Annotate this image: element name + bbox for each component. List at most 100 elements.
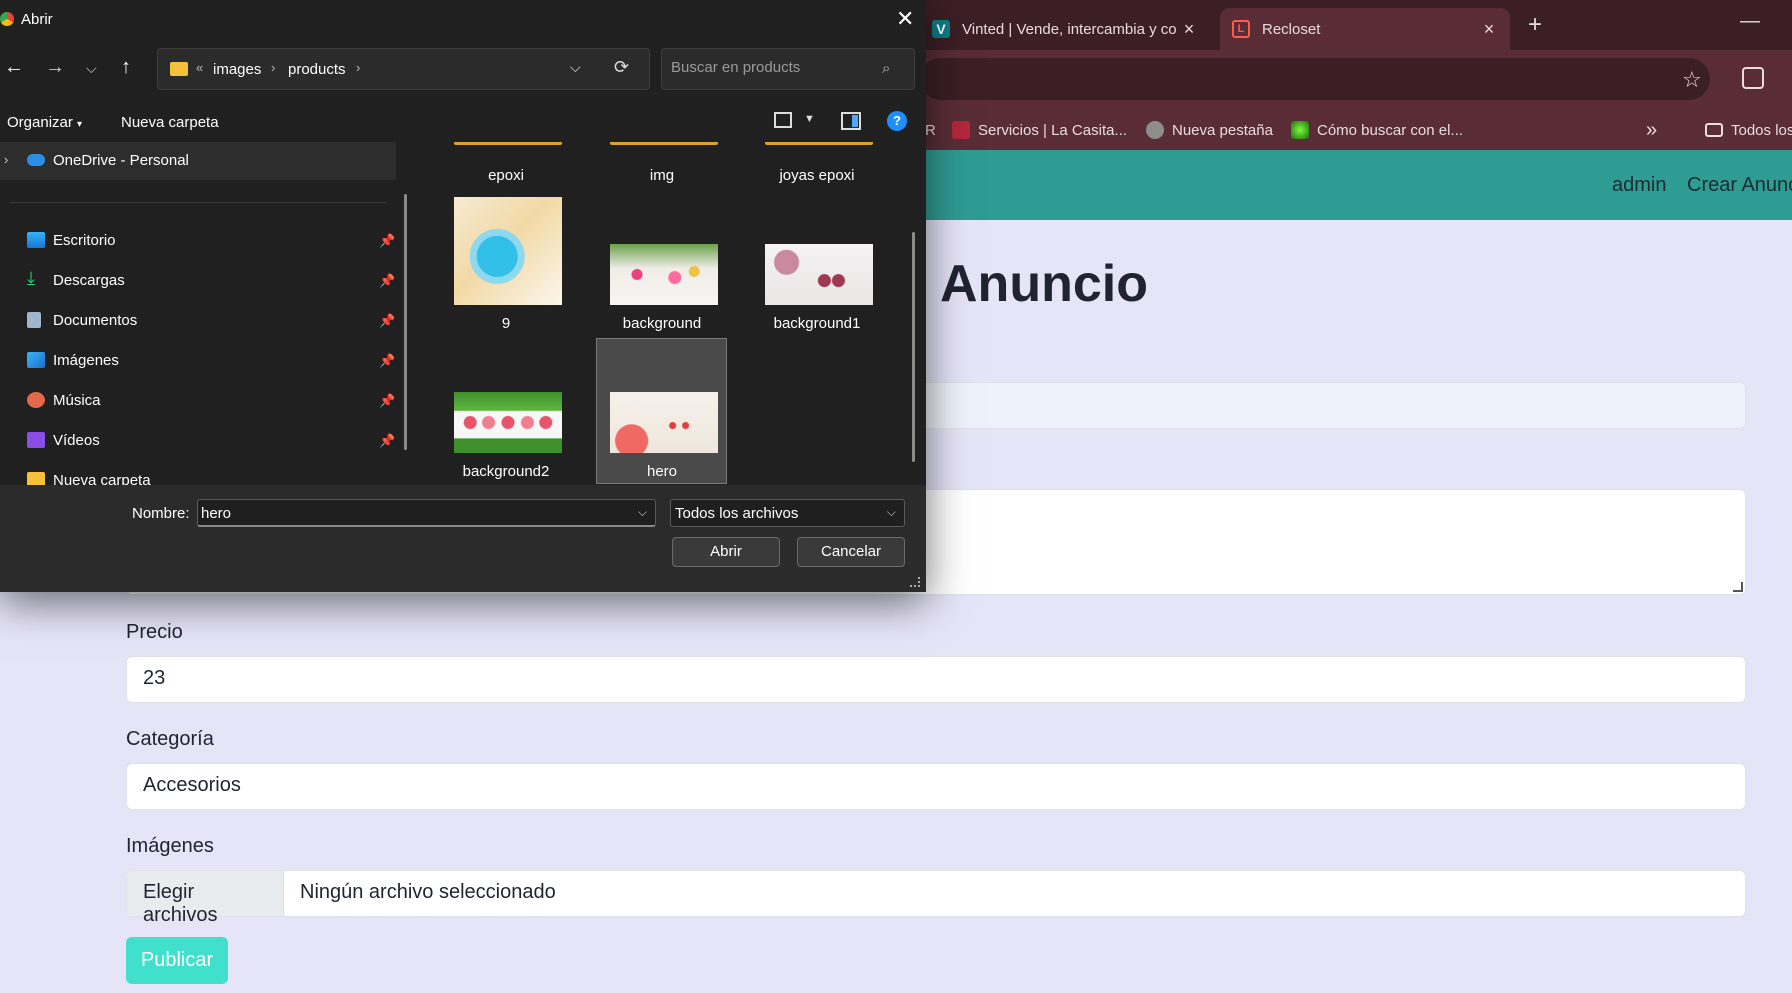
- chevron-down-icon[interactable]: ⌵: [570, 59, 581, 76]
- resize-grip-icon[interactable]: [1733, 582, 1743, 592]
- back-icon[interactable]: ←: [4, 56, 24, 79]
- bookmark-partial[interactable]: R: [925, 110, 936, 150]
- price-value: 23: [143, 667, 166, 689]
- recent-chevron-icon[interactable]: ⌵: [86, 60, 97, 77]
- chevron-right-icon[interactable]: ›: [4, 152, 8, 167]
- bookmark-star-icon[interactable]: ☆: [1682, 67, 1702, 93]
- tab-vinted[interactable]: V Vinted | Vende, intercambia y co ×: [920, 8, 1210, 50]
- refresh-icon[interactable]: ⟳: [614, 57, 629, 78]
- organize-button[interactable]: Organizar ▾: [7, 114, 82, 131]
- file-list-scrollbar[interactable]: [912, 232, 915, 462]
- pin-icon[interactable]: 📌: [379, 233, 395, 249]
- price-field[interactable]: 23: [126, 656, 1746, 703]
- choose-files-button[interactable]: Elegir archivos: [127, 871, 284, 926]
- bookmark-todos[interactable]: Todos los: [1705, 110, 1792, 150]
- pin-icon[interactable]: 📌: [379, 353, 395, 369]
- new-tab-button[interactable]: +: [1520, 10, 1550, 40]
- nav-create-ad[interactable]: Crear Anunc: [1687, 174, 1792, 197]
- video-icon: [27, 432, 45, 448]
- command-bar: Organizar ▾ Nueva carpeta ▼ ?: [0, 106, 926, 142]
- folder-icon: [454, 142, 562, 145]
- caret-down-icon[interactable]: ▼: [804, 113, 815, 125]
- file-name-input[interactable]: [201, 505, 621, 522]
- breadcrumb-chevron-icon[interactable]: ›: [356, 60, 360, 75]
- bookmark-label: Nueva pestaña: [1172, 121, 1273, 139]
- forward-icon[interactable]: →: [45, 56, 65, 79]
- sidebar-item-label: Imágenes: [53, 352, 119, 369]
- file-list: epoxi img joyas epoxi 9 background backg…: [420, 142, 920, 485]
- bookmark-como-buscar[interactable]: Cómo buscar con el...: [1291, 110, 1463, 150]
- minimize-icon[interactable]: —: [1740, 10, 1760, 33]
- resize-grip-icon[interactable]: [910, 577, 920, 587]
- bookmark-servicios[interactable]: Servicios | La Casita...: [952, 110, 1127, 150]
- search-icon[interactable]: ⌕: [882, 60, 890, 77]
- bookmark-label: Servicios | La Casita...: [978, 121, 1127, 139]
- nav-admin[interactable]: admin: [1612, 174, 1666, 197]
- bookmark-nueva-pestana[interactable]: Nueva pestaña: [1146, 110, 1273, 150]
- bookmark-label: Cómo buscar con el...: [1317, 121, 1463, 139]
- tab-close-icon[interactable]: ×: [1180, 19, 1198, 40]
- sidebar-item-onedrive[interactable]: › OneDrive - Personal: [0, 142, 396, 180]
- breadcrumb-chevron-icon[interactable]: ›: [271, 60, 275, 75]
- up-icon[interactable]: ↑: [121, 56, 131, 79]
- chevron-down-icon[interactable]: ⌵: [638, 505, 647, 520]
- bookmarks-overflow-icon[interactable]: »: [1646, 110, 1657, 150]
- chevron-down-icon[interactable]: ⌵: [887, 505, 896, 520]
- pin-icon[interactable]: 📌: [379, 313, 395, 329]
- file-type-select[interactable]: Todos los archivos ⌵: [670, 499, 905, 527]
- tab-close-icon[interactable]: ×: [1480, 19, 1498, 40]
- page-title: Anuncio: [940, 255, 1148, 313]
- sidebar-item-musica[interactable]: Música 📌: [0, 382, 396, 420]
- file-label: background2: [462, 463, 550, 480]
- close-icon[interactable]: ✕: [896, 6, 914, 32]
- bookmark-label: Todos los: [1731, 121, 1792, 139]
- file-status: Ningún archivo seleccionado: [300, 881, 556, 903]
- dialog-footer: Nombre: ⌵ Todos los archivos ⌵ Abrir Can…: [0, 485, 926, 592]
- new-folder-button[interactable]: Nueva carpeta: [121, 114, 219, 131]
- thumbnail-image: [454, 197, 562, 305]
- category-field[interactable]: Accesorios: [126, 763, 1746, 810]
- organize-label: Organizar: [7, 114, 73, 131]
- search-input[interactable]: [671, 59, 871, 76]
- pin-icon[interactable]: 📌: [379, 433, 395, 449]
- divider: [10, 202, 386, 203]
- breadcrumb[interactable]: « images › products › ⌵ ⟳: [157, 48, 650, 90]
- file-type-value: Todos los archivos: [675, 505, 799, 522]
- extensions-icon[interactable]: [1742, 67, 1764, 89]
- file-label: epoxi: [488, 167, 524, 184]
- sidebar-item-imagenes[interactable]: Imágenes 📌: [0, 342, 396, 380]
- tab-recloset[interactable]: L Recloset ×: [1220, 8, 1510, 50]
- images-file-input[interactable]: Elegir archivos Ningún archivo seleccion…: [126, 870, 1746, 926]
- pin-icon[interactable]: 📌: [379, 273, 395, 289]
- view-icon[interactable]: [774, 112, 792, 128]
- sidebar-item-escritorio[interactable]: Escritorio 📌: [0, 222, 396, 260]
- sidebar-item-label: Nueva carpeta: [53, 472, 151, 485]
- thumbnail-image: [610, 244, 718, 305]
- sidebar-item-nueva-carpeta[interactable]: Nueva carpeta: [0, 462, 396, 485]
- folder-icon: [1705, 123, 1723, 137]
- sidebar-item-descargas[interactable]: ⤓ Descargas 📌: [0, 262, 396, 300]
- breadcrumb-overflow[interactable]: «: [196, 60, 203, 75]
- file-label: background1: [773, 315, 861, 332]
- help-icon[interactable]: ?: [887, 111, 907, 131]
- category-label: Categoría: [126, 728, 214, 750]
- address-bar[interactable]: [920, 58, 1710, 100]
- pin-icon[interactable]: 📌: [379, 393, 395, 409]
- open-button[interactable]: Abrir: [672, 537, 780, 567]
- sidebar-item-videos[interactable]: Vídeos 📌: [0, 422, 396, 460]
- file-name-label: Nombre:: [132, 505, 190, 522]
- breadcrumb-products[interactable]: products: [288, 61, 346, 78]
- sidebar-item-label: Música: [53, 392, 101, 409]
- sidebar-scrollbar[interactable]: [404, 194, 407, 450]
- sidebar-item-documentos[interactable]: Documentos 📌: [0, 302, 396, 340]
- search-box[interactable]: ⌕: [661, 48, 915, 90]
- preview-pane-icon[interactable]: [841, 112, 861, 130]
- publish-button[interactable]: Publicar: [126, 937, 228, 984]
- navigation-pane: › OneDrive - Personal Escritorio 📌 ⤓ Des…: [0, 142, 410, 485]
- thumbnail-image: [454, 392, 562, 453]
- breadcrumb-images[interactable]: images: [213, 61, 261, 78]
- cancel-button[interactable]: Cancelar: [797, 537, 905, 567]
- file-label: hero: [646, 463, 678, 480]
- tab-title: Recloset: [1262, 20, 1321, 38]
- file-name-combobox[interactable]: ⌵: [197, 499, 656, 527]
